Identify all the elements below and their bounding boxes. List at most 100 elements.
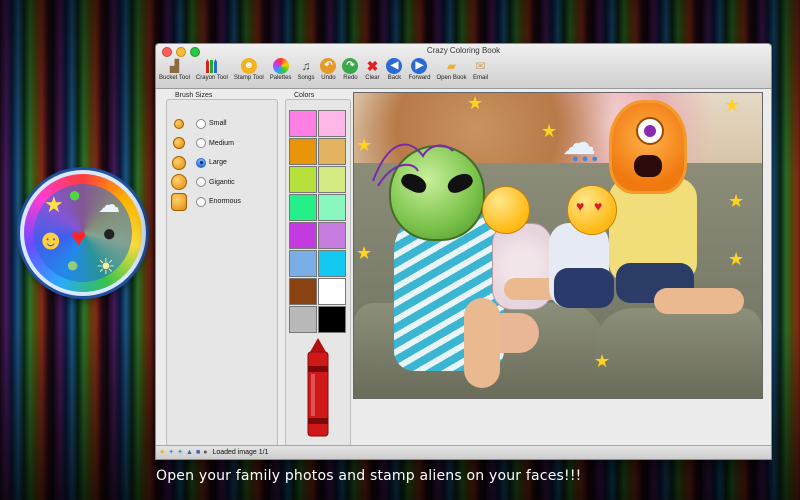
star-sticker[interactable]: ★ [356, 135, 372, 156]
twitter-icon[interactable]: ✦ [168, 449, 174, 456]
status-text: Loaded image 1/1 [212, 449, 269, 456]
orange-monster-sticker[interactable] [612, 103, 684, 191]
palettes-button[interactable]: Palettes [270, 58, 291, 86]
star-sticker[interactable]: ★ [724, 95, 740, 116]
alien-face-icon: ● [66, 252, 80, 277]
color-swatch[interactable] [289, 110, 317, 137]
songs-label: Songs [297, 75, 315, 81]
stamp-tool-button[interactable]: ☻ Stamp Tool [234, 58, 264, 86]
star-sticker[interactable]: ★ [728, 191, 744, 212]
radio-gigantic[interactable] [196, 177, 206, 188]
star-sticker[interactable]: ★ [594, 351, 610, 372]
smiley-medium-icon [173, 137, 185, 150]
songs-button[interactable]: ♫ Songs [297, 58, 314, 86]
stamp-tool-label: Stamp Tool [233, 75, 264, 81]
star-sticker[interactable]: ★ [541, 121, 557, 142]
brush-sizes-panel: Brush Sizes Small Medium Large Gigantic … [166, 92, 278, 446]
radio-medium[interactable] [196, 138, 206, 149]
crayon-tool-button[interactable]: Crayon Tool [196, 58, 228, 86]
cloud-icon: ☁ [98, 192, 120, 217]
raindrops-icon: ● ● ● [572, 153, 599, 165]
color-swatch[interactable] [318, 250, 346, 277]
bucket-tool-button[interactable]: ▟ Bucket Tool [159, 58, 190, 86]
brush-size-enormous[interactable]: Enormous [171, 192, 241, 212]
color-swatch[interactable] [289, 194, 317, 221]
brush-size-small[interactable]: Small [171, 114, 241, 134]
brush-size-label: Small [209, 120, 227, 128]
photo-canvas[interactable]: ♥ ♥ ☁ ● ● ● ★ ★ ★ ★ ★ ★ ★ ★ [353, 92, 763, 399]
star-sticker[interactable]: ★ [356, 243, 372, 264]
brush-size-gigantic[interactable]: Gigantic [171, 173, 241, 193]
star-sticker[interactable]: ★ [467, 93, 483, 114]
color-swatch[interactable] [318, 138, 346, 165]
color-swatch[interactable] [289, 306, 317, 333]
color-swatch[interactable] [318, 110, 346, 137]
facebook-icon[interactable]: ■ [196, 449, 200, 456]
heart-eyes-smiley-sticker[interactable]: ♥ ♥ [567, 185, 617, 235]
color-swatch[interactable] [289, 138, 317, 165]
book-icon: ▰ [446, 59, 457, 73]
brush-size-label: Enormous [209, 198, 241, 206]
heart-icon: ♥ [71, 222, 87, 252]
app-icon: ★ ● ☁ ☻ ♥ ● ● ☀ [20, 170, 146, 296]
users-icon[interactable]: ● [203, 449, 207, 456]
brush-size-list: Small Medium Large Gigantic Enormous [171, 114, 241, 212]
color-swatch[interactable] [289, 222, 317, 249]
star-sticker[interactable]: ★ [728, 249, 744, 270]
email-button[interactable]: ✉ Email [473, 58, 489, 86]
open-book-button[interactable]: ▰ Open Book [436, 58, 466, 86]
smiley-icon: ☻ [36, 224, 66, 255]
facebook-like-icon[interactable]: ▲ [186, 449, 193, 456]
window-title: Crazy Coloring Book [426, 46, 501, 55]
child-leg [464, 298, 500, 388]
child-leg [654, 288, 744, 314]
color-swatch[interactable] [318, 278, 346, 305]
bucket-icon: ▟ [169, 59, 180, 73]
crayon-icon [204, 58, 220, 74]
redo-button[interactable]: ↷ Redo [342, 58, 359, 86]
star-status-icon[interactable]: ★ [159, 449, 165, 456]
color-swatch[interactable] [318, 222, 346, 249]
radio-large[interactable] [196, 157, 206, 168]
clear-x-icon: ✖ [366, 58, 379, 74]
color-swatch[interactable] [289, 250, 317, 277]
color-swatch[interactable] [289, 166, 317, 193]
email-stamp-icon: ✉ [475, 59, 486, 73]
color-swatch[interactable] [318, 166, 346, 193]
radio-small[interactable] [196, 118, 206, 129]
monster-eye [636, 117, 664, 145]
color-swatch[interactable] [318, 194, 346, 221]
app-window: Crazy Coloring Book ▟ Bucket Tool Crayon… [155, 43, 772, 460]
color-swatch[interactable] [289, 278, 317, 305]
forward-button[interactable]: ▶ Forward [408, 58, 430, 86]
bucket-tool-label: Bucket Tool [159, 75, 190, 81]
back-label: Back [387, 75, 402, 81]
clear-label: Clear [365, 75, 380, 81]
open-book-label: Open Book [436, 75, 467, 81]
brush-size-medium[interactable]: Medium [171, 134, 241, 154]
radio-enormous[interactable] [196, 196, 206, 207]
purple-scribble [372, 143, 454, 187]
twitter-icon-2[interactable]: ✦ [177, 449, 183, 456]
music-note-icon: ♫ [301, 59, 311, 73]
colors-panel: Colors [285, 92, 351, 446]
forward-label: Forward [408, 75, 431, 81]
monster-mouth [634, 155, 662, 177]
undo-button[interactable]: ↶ Undo [320, 58, 337, 86]
promo-caption: Open your family photos and stamp aliens… [156, 468, 582, 484]
smiley-gigantic-icon [171, 174, 187, 191]
brush-size-label: Medium [209, 139, 234, 147]
brush-sizes-title: Brush Sizes [175, 92, 213, 99]
brush-size-large[interactable]: Large [171, 153, 241, 173]
title-bar: Crazy Coloring Book ▟ Bucket Tool Crayon… [156, 44, 771, 89]
color-swatch[interactable] [318, 306, 346, 333]
star-icon: ★ [44, 192, 64, 217]
winking-smiley-sticker[interactable] [482, 186, 530, 234]
main-content: Brush Sizes Small Medium Large Gigantic … [156, 89, 771, 446]
colors-title: Colors [294, 92, 315, 99]
palette-icon [272, 58, 289, 74]
back-button[interactable]: ◀ Back [386, 58, 403, 86]
crayon-illustration [307, 338, 329, 437]
clear-button[interactable]: ✖ Clear [364, 58, 380, 86]
child-navy-pants [554, 268, 614, 308]
